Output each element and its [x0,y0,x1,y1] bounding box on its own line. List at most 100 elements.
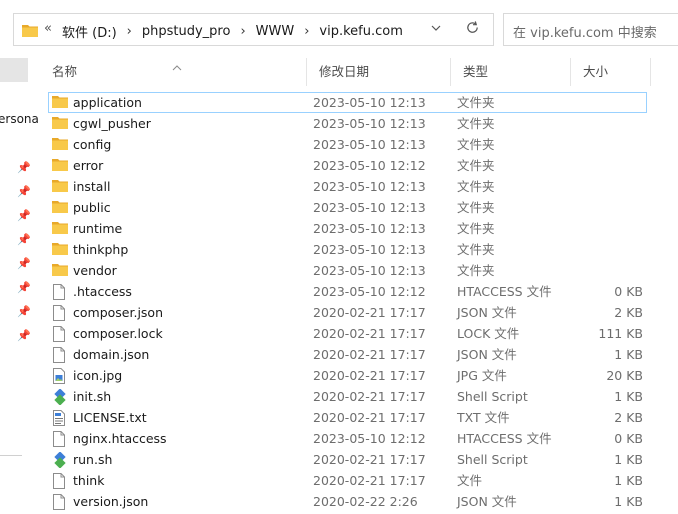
file-size: 1 KB [614,473,643,488]
folder-icon [52,242,68,257]
file-row[interactable]: install 2023-05-10 12:13 文件夹 [48,176,647,197]
file-type: JSON 文件 [457,347,517,362]
column-header-date[interactable]: 修改日期 [307,58,451,86]
file-modified-date: 2023-05-10 12:13 [313,179,426,194]
file-row[interactable]: composer.lock 2020-02-21 17:17 LOCK 文件 111 … [48,323,647,344]
file-modified-date: 2023-05-10 12:12 [313,284,426,299]
pin-icon: 📌 [17,233,31,246]
file-name: .htaccess [73,284,132,299]
pin-icon: 📌 [17,257,31,270]
breadcrumb-current[interactable]: vip.kefu.com [319,24,402,39]
file-row[interactable]: run.sh 2020-02-21 17:17 Shell Script 1 KB [48,449,647,470]
file-size: 20 KB [606,368,643,383]
file-name: domain.json [73,347,150,362]
file-type: Shell Script [457,389,528,404]
file-size: 0 KB [614,431,643,446]
file-icon [52,326,68,342]
file-modified-date: 2020-02-22 2:26 [313,494,418,509]
pin-icon: 📌 [17,329,31,342]
file-row[interactable]: vendor 2023-05-10 12:13 文件夹 [48,260,647,281]
file-row[interactable]: icon.jpg 2020-02-21 17:17 JPG 文件 20 KB [48,365,647,386]
file-name: vendor [73,263,117,278]
file-row[interactable]: domain.json 2020-02-21 17:17 JSON 文件 1 KB [48,344,647,365]
file-name: application [73,95,142,110]
file-type: 文件夹 [457,116,495,131]
file-modified-date: 2023-05-10 12:13 [313,116,426,131]
breadcrumb-phpstudy[interactable]: phpstudy_pro [142,24,231,39]
file-modified-date: 2020-02-21 17:17 [313,473,426,488]
chevron-down-icon[interactable] [430,22,442,37]
file-name: error [73,158,104,173]
file-name: LICENSE.txt [73,410,147,425]
file-row[interactable]: nginx.htaccess 2023-05-10 12:12 HTACCESS 文… [48,428,647,449]
file-type: 文件夹 [457,263,495,278]
pin-icon: 📌 [17,305,31,318]
sort-ascending-icon [172,55,182,83]
column-header-type[interactable]: 类型 [451,58,571,86]
file-type: HTACCESS 文件 [457,431,552,446]
address-bar[interactable]: « 软件 (D:) › phpstudy_pro › WWW › vip.kef… [13,13,494,46]
file-row[interactable]: init.sh 2020-02-21 17:17 Shell Script 1 KB [48,386,647,407]
file-row[interactable]: think 2020-02-21 17:17 文件 1 KB [48,470,647,491]
file-row[interactable]: version.json 2020-02-22 2:26 JSON 文件 1 KB [48,491,647,512]
file-type: LOCK 文件 [457,326,520,341]
search-box[interactable]: 在 vip.kefu.com 中搜索 [503,13,678,46]
file-type: 文件夹 [457,137,495,152]
file-name: version.json [73,494,149,509]
nav-selected-item[interactable] [0,58,28,82]
file-name: runtime [73,221,123,236]
folder-icon [52,179,68,194]
file-row[interactable]: public 2023-05-10 12:13 文件夹 [48,197,647,218]
shell-script-icon [52,389,68,405]
column-header-name[interactable]: 名称 [40,58,307,86]
file-type: TXT 文件 [457,410,510,425]
file-row[interactable]: application 2023-05-10 12:13 文件夹 [48,92,647,113]
file-modified-date: 2023-05-10 12:12 [313,431,426,446]
file-row[interactable]: LICENSE.txt 2020-02-21 17:17 TXT 文件 2 KB [48,407,647,428]
breadcrumb-drive[interactable]: 软件 (D:) [62,22,117,41]
breadcrumb-separator-icon[interactable]: › [240,24,245,39]
file-size: 1 KB [614,452,643,467]
folder-icon [52,158,68,173]
text-file-icon [52,410,68,426]
search-placeholder: 在 vip.kefu.com 中搜索 [513,26,657,41]
file-type: 文件夹 [457,242,495,257]
file-size: 1 KB [614,347,643,362]
file-row[interactable]: thinkphp 2023-05-10 12:13 文件夹 [48,239,647,260]
file-type: 文件夹 [457,158,495,173]
breadcrumb-www[interactable]: WWW [256,24,295,39]
file-row[interactable]: runtime 2023-05-10 12:13 文件夹 [48,218,647,239]
column-header-size[interactable]: 大小 [571,58,651,86]
file-type: JSON 文件 [457,305,517,320]
file-row[interactable]: config 2023-05-10 12:13 文件夹 [48,134,647,155]
file-icon [52,431,68,447]
pin-icon: 📌 [17,185,31,198]
file-row[interactable]: composer.json 2020-02-21 17:17 JSON 文件 2 KB [48,302,647,323]
file-size: 1 KB [614,494,643,509]
pin-icon: 📌 [17,281,31,294]
refresh-icon[interactable] [465,20,480,39]
pin-icon: 📌 [17,161,31,174]
file-row[interactable]: .htaccess 2023-05-10 12:12 HTACCESS 文件 0 KB [48,281,647,302]
file-modified-date: 2020-02-21 17:17 [313,410,426,425]
file-row[interactable]: cgwl_pusher 2023-05-10 12:13 文件夹 [48,113,647,134]
file-name: composer.json [73,305,164,320]
shell-script-icon [52,452,68,468]
folder-icon [52,200,68,215]
file-size: 111 KB [598,326,643,341]
folder-icon [52,95,68,110]
breadcrumb-separator-icon[interactable]: › [304,24,309,39]
folder-icon [52,221,68,236]
file-row[interactable]: error 2023-05-10 12:12 文件夹 [48,155,647,176]
file-name: init.sh [73,389,112,404]
file-modified-date: 2023-05-10 12:13 [313,242,426,257]
folder-icon [52,263,68,278]
nav-item-label[interactable]: ersona [0,112,39,126]
overflow-chevron-icon[interactable]: « [44,21,52,36]
image-file-icon [52,368,68,384]
file-size: 0 KB [614,284,643,299]
breadcrumb-separator-icon[interactable]: › [127,24,132,39]
file-type: JPG 文件 [457,368,507,383]
file-modified-date: 2023-05-10 12:13 [313,95,426,110]
file-icon [52,347,68,363]
